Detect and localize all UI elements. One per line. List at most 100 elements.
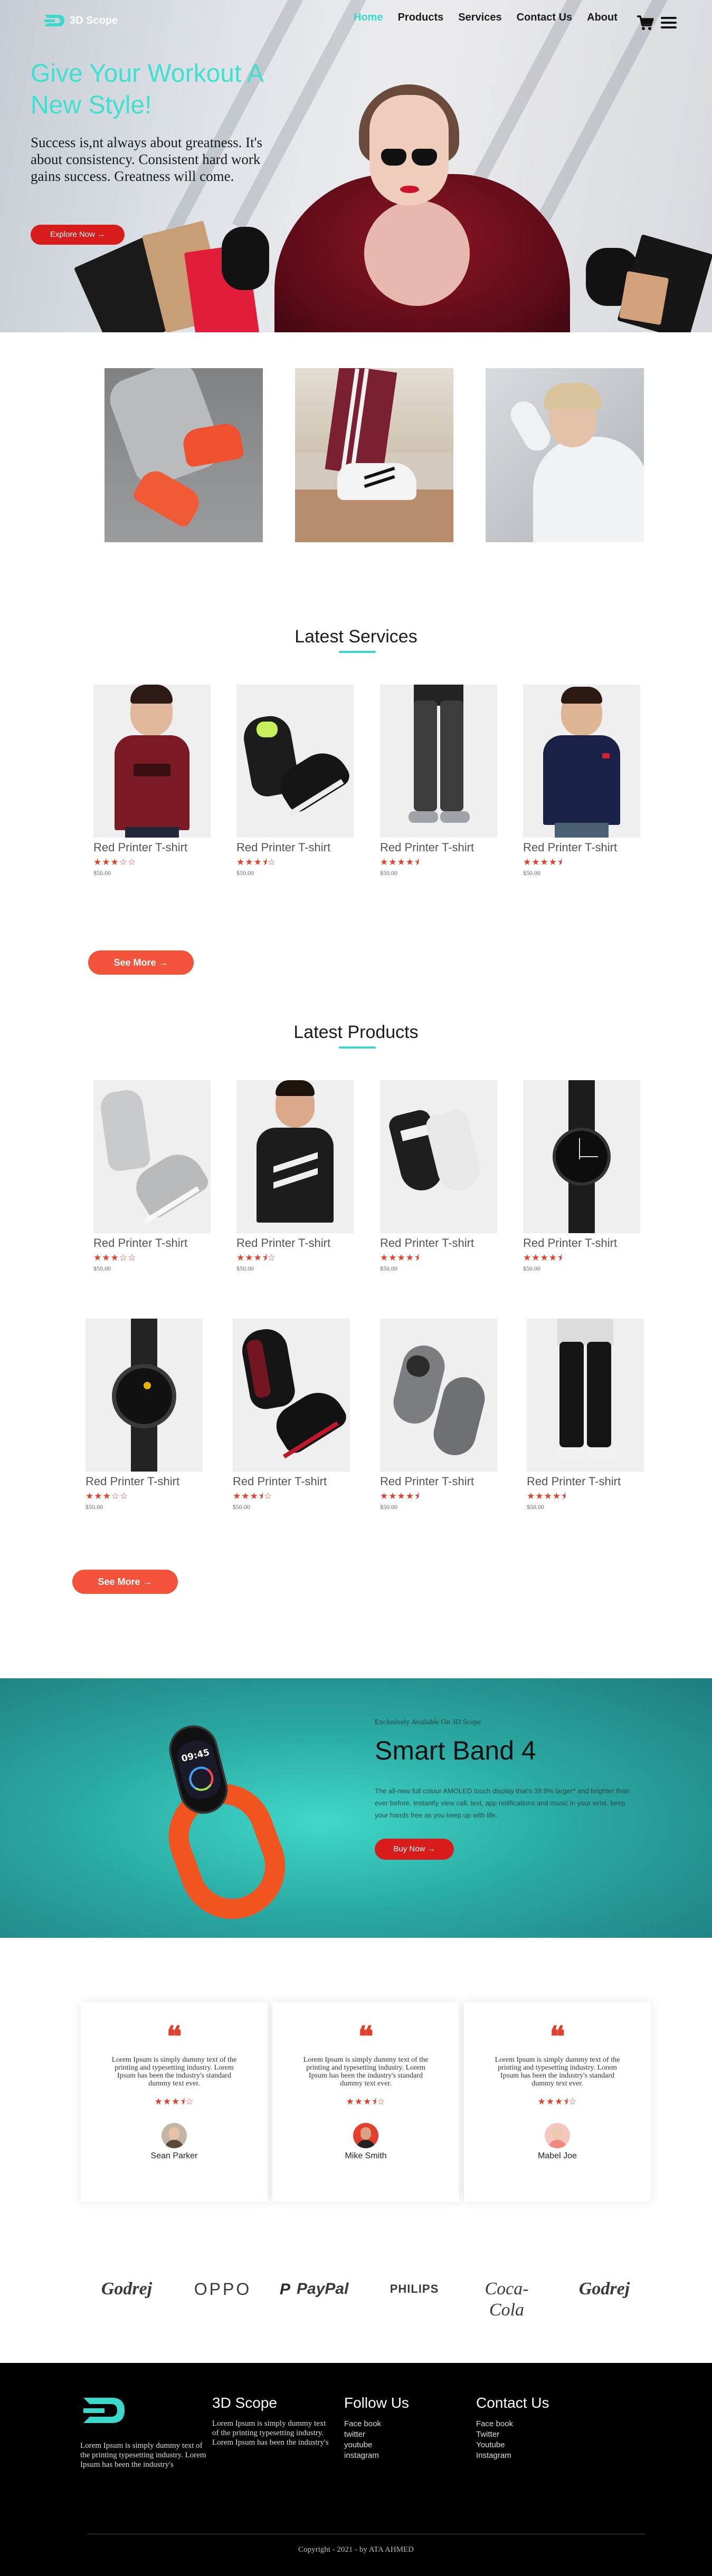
footer-about-column: Lorem Ipsum is simply dummy text of the … xyxy=(80,2395,207,2469)
product-name: Red Printer T-shirt xyxy=(523,1236,618,1249)
service-card[interactable]: Red Printer T-shirt ★★★☆☆ $50.00 xyxy=(93,685,211,877)
testimonial-card: ❝ Lorem Ipsum is simply dummy text of th… xyxy=(464,2002,651,2202)
rating-stars: ★★★☆☆ xyxy=(93,1253,137,1263)
product-card[interactable]: Red Printer T-shirt ★★★☆☆ $50.00 xyxy=(93,1080,211,1273)
copyright-text: Copyright - 2021 - by ATA AHMED xyxy=(298,2545,414,2554)
product-price: $50.00 xyxy=(236,1265,254,1272)
product-price: $50.00 xyxy=(523,869,540,877)
product-name: Red Printer T-shirt xyxy=(236,1236,331,1249)
product-name: Red Printer T-shirt xyxy=(380,1236,474,1249)
footer-follow-column: Follow Us Face book twitter youtube inst… xyxy=(344,2395,450,2461)
footer-link-youtube[interactable]: youtube xyxy=(344,2440,450,2450)
logo-icon xyxy=(44,15,64,26)
avatar xyxy=(353,2123,378,2148)
band-time: 09:45 xyxy=(180,1747,211,1765)
product-image-navy-polo xyxy=(523,685,640,838)
testimonial-name: Mike Smith xyxy=(345,2151,387,2160)
service-card[interactable]: Red Printer T-shirt ★★★★⯨ $50.00 xyxy=(523,685,640,877)
nav-link-home[interactable]: Home xyxy=(354,12,383,24)
nav-link-services[interactable]: Services xyxy=(458,12,501,24)
feature-image-hoodie-model xyxy=(486,368,644,542)
offer-description: The all-new full colour AMOLED touch dis… xyxy=(375,1787,630,1819)
product-price: $50.00 xyxy=(93,1265,111,1272)
rating-stars: ★★★☆☆ xyxy=(86,1491,129,1502)
testimonial-card: ❝ Lorem Ipsum is simply dummy text of th… xyxy=(272,2002,459,2202)
testimonial-text: Lorem Ipsum is simply dummy text of the … xyxy=(111,2056,237,2088)
hamburger-menu-icon[interactable] xyxy=(661,17,677,28)
footer-contact-facebook[interactable]: Face book xyxy=(476,2419,592,2429)
footer-follow-title: Follow Us xyxy=(344,2395,409,2411)
product-name: Red Printer T-shirt xyxy=(527,1475,621,1488)
footer-brand-text: Lorem Ipsum is simply dummy text of the … xyxy=(212,2419,329,2447)
product-price: $50.00 xyxy=(380,869,397,877)
footer-link-facebook[interactable]: Face book xyxy=(344,2419,450,2429)
avatar xyxy=(162,2123,187,2148)
services-see-more-button[interactable]: See More → xyxy=(88,950,194,975)
testimonial-name: Sean Parker xyxy=(150,2151,198,2160)
service-card[interactable]: Red Printer T-shirt ★★★⯨☆ $50.00 xyxy=(236,685,354,877)
testimonial-card: ❝ Lorem Ipsum is simply dummy text of th… xyxy=(81,2002,268,2202)
product-image-grey-slipons xyxy=(380,1319,497,1472)
rating-stars: ★★★⯨☆ xyxy=(236,1253,276,1263)
product-name: Red Printer T-shirt xyxy=(93,841,188,854)
rating-stars: ★★★☆☆ xyxy=(93,857,137,868)
products-see-more-button[interactable]: See More → xyxy=(72,1570,178,1594)
hero-text: Success is,nt always about greatness. It… xyxy=(31,134,263,184)
product-card[interactable]: Red Printer T-shirt ★★★★⯨ $50.00 xyxy=(523,1080,640,1273)
product-image-grey-joggers xyxy=(380,685,497,838)
rating-stars: ★★★★⯨ xyxy=(380,857,420,868)
sunglasses-image xyxy=(381,149,439,168)
rating-stars: ★★★⯨☆ xyxy=(236,857,276,868)
product-image-black-trackpants xyxy=(527,1319,644,1472)
explore-now-button[interactable]: Explore Now → xyxy=(31,225,125,245)
brand-logo-philips: PHILIPS xyxy=(390,2282,439,2295)
product-card[interactable]: Red Printer T-shirt ★★★☆☆ $50.00 xyxy=(86,1319,203,1511)
product-price: $50.00 xyxy=(523,1265,540,1272)
product-card[interactable]: Red Printer T-shirt ★★★⯨☆ $50.00 xyxy=(236,1080,354,1273)
nav-link-contact[interactable]: Contact Us xyxy=(517,12,573,24)
product-image-black-red-shoes xyxy=(233,1319,350,1472)
product-image-smart-watch xyxy=(86,1319,203,1472)
nav-link-about[interactable]: About xyxy=(587,12,618,24)
rating-stars: ★★★★⯨ xyxy=(523,1253,563,1263)
product-name: Red Printer T-shirt xyxy=(233,1475,327,1488)
product-image-black-watch xyxy=(523,1080,640,1233)
products-title: Latest Products xyxy=(293,1022,419,1042)
product-image-black-sneakers xyxy=(236,685,354,838)
product-image-grey-hightops xyxy=(93,1080,211,1233)
footer-about-text: Lorem Ipsum is simply dummy text of the … xyxy=(80,2442,206,2469)
rating-stars: ★★★⯨☆ xyxy=(537,2097,577,2107)
model-scarf-image xyxy=(364,200,470,306)
product-image-socks xyxy=(380,1080,497,1233)
model-lips-image xyxy=(400,186,419,193)
product-card[interactable]: Red Printer T-shirt ★★★★⯨ $50.00 xyxy=(527,1319,644,1511)
product-card[interactable]: Red Printer T-shirt ★★★⯨☆ $50.00 xyxy=(233,1319,350,1511)
footer-link-twitter[interactable]: twitter xyxy=(344,2429,450,2440)
testimonial-text: Lorem Ipsum is simply dummy text of the … xyxy=(495,2056,620,2088)
quote-icon: ❝ xyxy=(166,2021,182,2053)
footer-contact-instagram[interactable]: Instagram xyxy=(476,2450,592,2461)
top-navbar: 3D Scope Home Products Services Contact … xyxy=(0,0,712,42)
footer-contact-youtube[interactable]: Youtube xyxy=(476,2440,592,2450)
brand-logo-godrej: Godrej xyxy=(101,2279,153,2299)
product-price: $50.00 xyxy=(380,1503,397,1511)
product-price: $50.00 xyxy=(233,1503,250,1511)
product-name: Red Printer T-shirt xyxy=(380,1475,474,1488)
product-price: $50.00 xyxy=(93,869,111,877)
product-card[interactable]: Red Printer T-shirt ★★★★⯨ $50.00 xyxy=(380,1319,497,1511)
brand-logo-cocacola: Coca-Cola xyxy=(485,2279,529,2320)
footer-contact-twitter[interactable]: Twitter xyxy=(476,2429,592,2440)
product-name: Red Printer T-shirt xyxy=(86,1475,180,1488)
rating-stars: ★★★⯨☆ xyxy=(233,1491,272,1502)
nav-link-products[interactable]: Products xyxy=(398,12,444,24)
logo-text: 3D Scope xyxy=(70,14,118,26)
products-title-underline xyxy=(339,1046,376,1049)
brand-logo-godrej: Godrej xyxy=(578,2279,630,2299)
product-price: $50.00 xyxy=(236,869,254,877)
service-card[interactable]: Red Printer T-shirt ★★★★⯨ $50.00 xyxy=(380,685,497,877)
site-logo[interactable]: 3D Scope xyxy=(42,13,118,28)
buy-now-button[interactable]: Buy Now → xyxy=(375,1839,454,1860)
product-card[interactable]: Red Printer T-shirt ★★★★⯨ $50.00 xyxy=(380,1080,497,1273)
cart-icon[interactable] xyxy=(636,14,654,32)
footer-link-instagram[interactable]: instagram xyxy=(344,2450,450,2461)
